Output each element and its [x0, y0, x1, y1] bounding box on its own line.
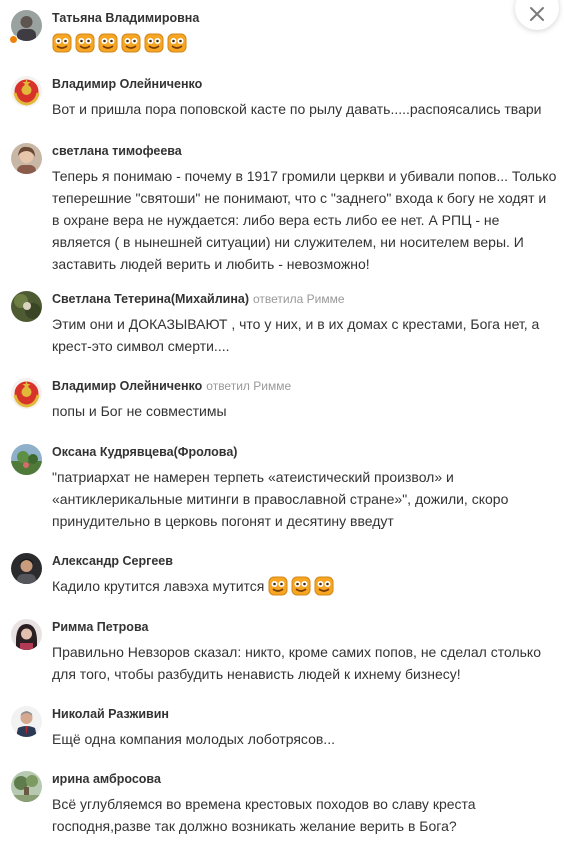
- emoji-row: [268, 576, 337, 596]
- online-status-dot: [9, 35, 18, 44]
- laughing-emoji-icon: [167, 33, 187, 53]
- comment-text: Правильно Невзоров сказал: никто, кроме …: [52, 644, 542, 682]
- comment-text: Этим они и ДОКАЗЫВАЮТ , что у них, и в и…: [52, 316, 540, 354]
- author-name[interactable]: Владимир Олейниченко: [52, 77, 202, 91]
- comment-text-body: Кадило крутится лавэха мутится: [52, 578, 265, 594]
- avatar[interactable]: [11, 619, 42, 650]
- author-name[interactable]: Татьяна Владимировна: [52, 11, 199, 25]
- avatar[interactable]: [11, 143, 42, 174]
- comment-text: попы и Бог не совместимы: [52, 403, 227, 419]
- avatar[interactable]: [11, 706, 42, 737]
- reply-to-label[interactable]: ответил Римме: [206, 379, 291, 393]
- laughing-emoji-icon: [314, 576, 334, 596]
- laughing-emoji-icon: [291, 576, 311, 596]
- close-icon: [530, 7, 544, 21]
- comment-text: Всё углубляемся во времена крестовых пох…: [52, 796, 476, 834]
- laughing-emoji-icon: [75, 33, 95, 53]
- author-name[interactable]: светлана тимофеева: [52, 144, 182, 158]
- comment-text: [52, 32, 557, 54]
- close-button[interactable]: [515, 0, 559, 30]
- laughing-emoji-icon: [144, 33, 164, 53]
- laughing-emoji-icon: [52, 33, 72, 53]
- avatar[interactable]: [11, 444, 42, 475]
- avatar[interactable]: [11, 378, 42, 409]
- avatar[interactable]: [11, 771, 42, 802]
- comment-text: Вот и пришла пора поповской касте по рыл…: [52, 101, 542, 117]
- author-name[interactable]: Светлана Тетерина(Михайлина): [52, 292, 249, 306]
- avatar[interactable]: [11, 76, 42, 107]
- author-name[interactable]: Николай Разживин: [52, 707, 169, 721]
- author-name[interactable]: Оксана Кудрявцева(Фролова): [52, 445, 237, 459]
- reply-to-label[interactable]: ответила Римме: [253, 292, 345, 306]
- comment-text: Ещё одна компания молодых лоботрясов...: [52, 731, 335, 747]
- avatar[interactable]: [11, 291, 42, 322]
- avatar[interactable]: [11, 553, 42, 584]
- emoji-row: [52, 33, 190, 53]
- laughing-emoji-icon: [268, 576, 288, 596]
- comment-text: Кадило крутится лавэха мутится: [52, 575, 557, 597]
- laughing-emoji-icon: [121, 33, 141, 53]
- author-name[interactable]: Римма Петрова: [52, 620, 148, 634]
- laughing-emoji-icon: [98, 33, 118, 53]
- author-name[interactable]: Александр Сергеев: [52, 554, 173, 568]
- comment-text: "патриархат не намерен терпеть «атеистич…: [52, 469, 509, 529]
- author-name[interactable]: ирина амбросова: [52, 772, 161, 786]
- author-name[interactable]: Владимир Олейниченко: [52, 379, 202, 393]
- comment-text: Теперь я понимаю - почему в 1917 громили…: [52, 168, 557, 272]
